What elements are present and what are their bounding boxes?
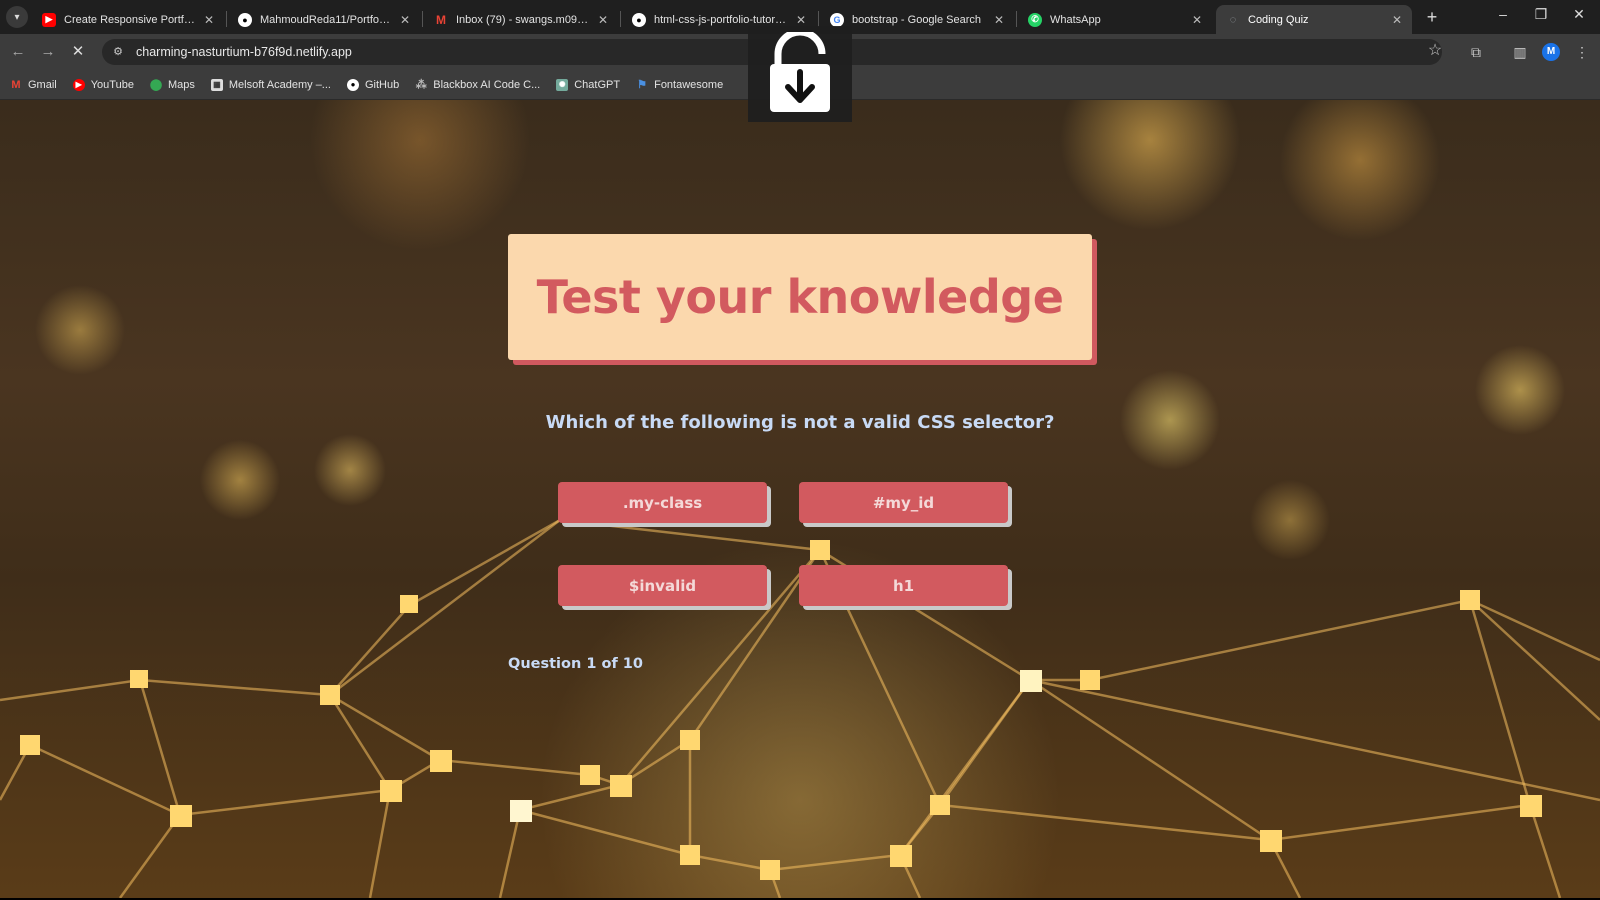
tab-portfolio-video[interactable]: ▶ Create Responsive Portfolio We ✕ [32, 5, 224, 34]
bookmark-melsoft[interactable]: ▦ Melsoft Academy –... [210, 78, 331, 91]
answer-button[interactable]: #my_id [799, 482, 1008, 523]
bookmark-label: Maps [167, 78, 195, 91]
chatgpt-icon: ✺ [556, 78, 569, 91]
extensions-icon[interactable]: ⧉ [1466, 42, 1486, 62]
bookmark-gmail[interactable]: M Gmail [10, 78, 57, 91]
github-icon: ● [238, 12, 252, 27]
tab-title: MahmoudReda11/Portfolio-Bel [260, 13, 392, 26]
youtube-icon: ▶ [42, 12, 56, 27]
close-icon[interactable]: ✕ [1392, 13, 1402, 27]
page-viewport: Test your knowledge Which of the followi… [0, 100, 1600, 898]
tab-title: bootstrap - Google Search [852, 13, 982, 26]
tab-whatsapp[interactable]: ✆ WhatsApp ✕ [1018, 5, 1212, 34]
bookmark-label: GitHub [364, 78, 400, 91]
menu-dots-icon[interactable]: ⋮ [1572, 42, 1592, 62]
restore-button[interactable]: ❐ [1526, 6, 1556, 23]
forward-arrow-icon[interactable]: → [38, 42, 58, 62]
close-icon[interactable]: ✕ [400, 13, 410, 27]
close-icon[interactable]: ✕ [796, 13, 806, 27]
google-icon: G [830, 12, 844, 27]
close-icon[interactable]: ✕ [598, 13, 608, 27]
bookmark-blackbox[interactable]: ⁂ Blackbox AI Code C... [415, 78, 541, 92]
bookmark-label: Fontawesome [654, 78, 724, 91]
bookmark-maps[interactable]: ⬤ Maps [149, 78, 195, 92]
answer-button[interactable]: .my-class [558, 482, 767, 523]
maps-pin-icon: ⬤ [149, 79, 163, 91]
new-tab-button[interactable]: + [1420, 6, 1444, 30]
download-overlay [748, 26, 852, 122]
profile-avatar[interactable]: M [1542, 43, 1560, 61]
close-icon[interactable]: ✕ [1192, 13, 1202, 27]
bookmark-label: Melsoft Academy –... [228, 78, 331, 91]
bookmark-fontawesome[interactable]: ⚑ Fontawesome [636, 78, 724, 92]
youtube-icon: ▶ [72, 78, 85, 91]
bookmark-chatgpt[interactable]: ✺ ChatGPT [556, 78, 621, 91]
tab-search-button[interactable]: ▾ [6, 6, 28, 28]
tab-title: Create Responsive Portfolio We [64, 13, 196, 26]
answer-button[interactable]: h1 [799, 565, 1008, 606]
close-icon[interactable]: ✕ [204, 13, 214, 27]
tab-coding-quiz[interactable]: ◌ Coding Quiz ✕ [1216, 5, 1412, 34]
bookmark-github[interactable]: ● GitHub [346, 78, 400, 91]
tab-github-portfolio[interactable]: ● MahmoudReda11/Portfolio-Bel ✕ [228, 5, 420, 34]
melsoft-icon: ▦ [210, 78, 223, 91]
download-lock-icon [770, 32, 830, 112]
title-card: Test your knowledge [508, 234, 1092, 360]
stop-loading-icon[interactable]: ✕ [68, 42, 88, 62]
back-arrow-icon[interactable]: ← [8, 42, 28, 62]
question-text: Which of the following is not a valid CS… [545, 412, 1055, 433]
close-window-button[interactable]: ✕ [1564, 6, 1594, 23]
site-info-icon[interactable]: ⚙ [110, 44, 126, 60]
bookmark-label: ChatGPT [574, 78, 621, 91]
close-icon[interactable]: ✕ [994, 13, 1004, 27]
quiz-heading: Test your knowledge [536, 270, 1064, 324]
flag-icon: ⚑ [637, 79, 648, 91]
bookmark-label: YouTube [90, 78, 134, 91]
answer-button[interactable]: $invalid [558, 565, 767, 606]
bookmark-label: Blackbox AI Code C... [433, 78, 541, 91]
tab-title: Coding Quiz [1248, 13, 1309, 26]
answer-grid: .my-class #my_id $invalid h1 [558, 482, 1012, 612]
tab-title: WhatsApp [1050, 13, 1101, 26]
whatsapp-icon: ✆ [1028, 12, 1042, 27]
tab-gmail-inbox[interactable]: M Inbox (79) - swangs.m09@gma ✕ [424, 5, 618, 34]
side-panel-icon[interactable]: ▥ [1510, 42, 1530, 62]
tab-title: html-css-js-portfolio-tutorial-2 [654, 13, 788, 26]
gmail-icon: M [436, 12, 446, 27]
blackbox-icon: ⁂ [415, 79, 427, 91]
chevron-down-icon: ▾ [14, 11, 20, 23]
minimize-button[interactable]: – [1488, 6, 1518, 22]
url-text: charming-nasturtium-b76f9d.netlify.app [136, 45, 352, 59]
gmail-icon: M [11, 78, 21, 91]
github-icon: ● [632, 12, 646, 27]
bookmark-label: Gmail [28, 78, 57, 91]
bookmark-youtube[interactable]: ▶ YouTube [72, 78, 134, 91]
bookmark-star-icon[interactable]: ☆ [1425, 41, 1445, 61]
loading-icon: ◌ [1229, 13, 1237, 26]
github-icon: ● [346, 78, 359, 91]
tab-title: Inbox (79) - swangs.m09@gma [456, 13, 590, 26]
question-progress: Question 1 of 10 [508, 656, 643, 672]
